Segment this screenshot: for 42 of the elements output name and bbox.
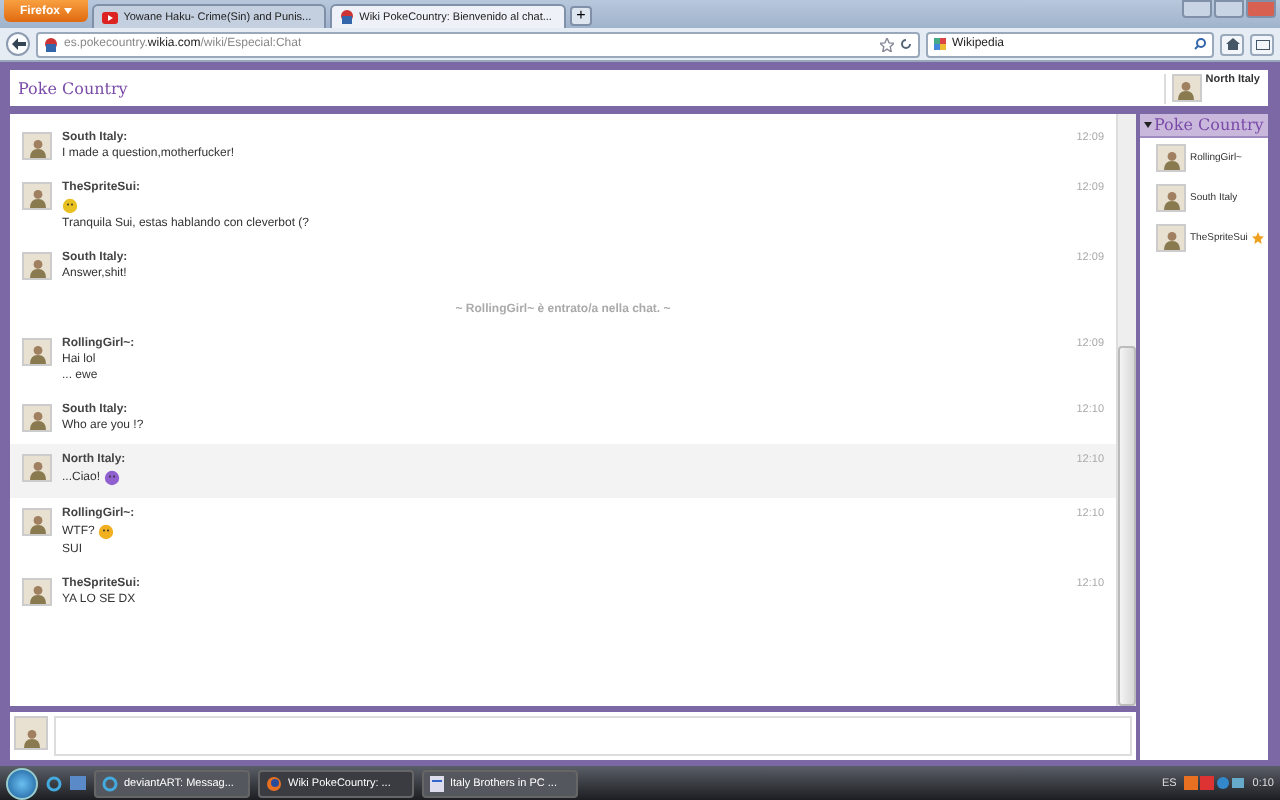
browser-icon xyxy=(102,775,118,791)
reload-icon xyxy=(900,38,912,50)
document-icon xyxy=(430,775,444,791)
scrollbar[interactable] xyxy=(1116,114,1136,706)
start-button[interactable] xyxy=(6,767,38,799)
window-icon xyxy=(1255,39,1269,49)
minimize-button[interactable] xyxy=(1182,0,1212,18)
caret-icon xyxy=(63,7,72,13)
user-avatar xyxy=(1156,144,1186,172)
user-avatar xyxy=(22,182,52,210)
new-tab-button[interactable]: + xyxy=(569,6,592,26)
search-icon xyxy=(1194,38,1206,50)
video-icon xyxy=(101,11,118,23)
site-icon xyxy=(339,10,354,24)
user-avatar xyxy=(22,338,52,366)
browser-icon xyxy=(266,775,282,791)
user-avatar xyxy=(22,578,52,606)
user-avatar xyxy=(22,454,52,482)
search-engine-icon xyxy=(934,38,946,50)
message-input[interactable] xyxy=(54,716,1132,756)
back-arrow-icon xyxy=(11,38,25,50)
home-icon xyxy=(1225,38,1239,50)
user-avatar xyxy=(22,404,52,432)
tray-icons xyxy=(1184,776,1245,790)
caret-icon xyxy=(1144,122,1152,128)
user-avatar xyxy=(22,508,52,536)
back-button[interactable] xyxy=(6,32,30,56)
browser-icon[interactable] xyxy=(46,775,62,791)
close-button[interactable] xyxy=(1246,0,1276,18)
wiki-title: Poke Country xyxy=(18,79,128,97)
user-avatar xyxy=(1156,224,1186,252)
user-avatar xyxy=(14,716,48,750)
user-avatar xyxy=(22,132,52,160)
site-icon xyxy=(44,37,58,51)
scrollbar-thumb[interactable] xyxy=(1118,346,1136,706)
bookmarks-button[interactable] xyxy=(1250,33,1274,55)
star-icon xyxy=(880,37,894,51)
user-avatar xyxy=(22,252,52,280)
home-button[interactable] xyxy=(1220,33,1244,55)
user-avatar xyxy=(1156,184,1186,212)
user-avatar xyxy=(1171,73,1202,101)
maximize-button[interactable] xyxy=(1214,0,1244,18)
